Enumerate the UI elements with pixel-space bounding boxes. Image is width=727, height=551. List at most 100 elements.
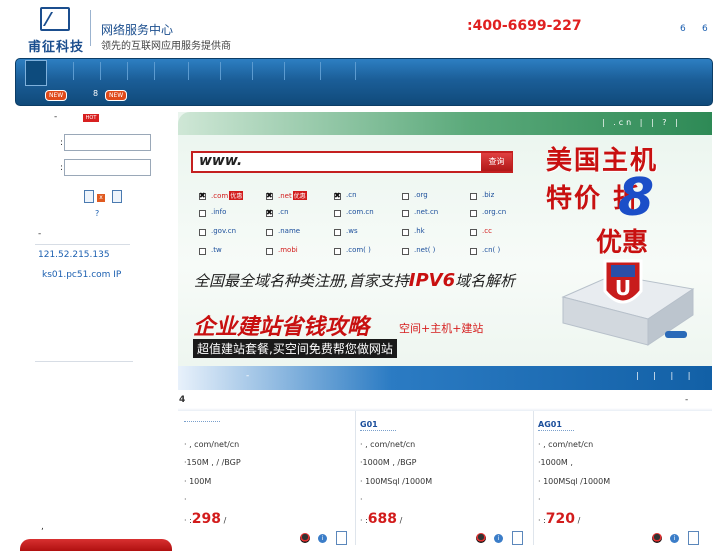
price-value: 298 — [191, 511, 222, 527]
new-badge[interactable]: NEW — [105, 90, 128, 101]
product-feature: · 100MSql /1000M — [538, 477, 611, 486]
domain-checkbox[interactable] — [402, 229, 409, 236]
nav-item[interactable] — [127, 62, 128, 80]
qq-chat-icon[interactable] — [300, 533, 310, 543]
svg-text:U: U — [615, 276, 631, 300]
dns-ip-link[interactable]: 121.52.215.135 — [38, 250, 110, 260]
domain-checkbox[interactable] — [470, 248, 477, 255]
product-name[interactable]: AG01 — [538, 420, 574, 431]
username-field[interactable] — [64, 134, 151, 151]
domain-checkbox[interactable] — [402, 210, 409, 217]
nav-item[interactable] — [252, 62, 253, 80]
logo-icon[interactable] — [40, 7, 70, 31]
product-feature: ·1000M , — [538, 458, 573, 467]
nav-item[interactable] — [73, 62, 74, 80]
nav-item[interactable] — [284, 62, 285, 80]
product-feature: · 100M — [184, 477, 212, 486]
products-title: 4 — [179, 395, 186, 405]
domain-checkbox[interactable] — [266, 191, 273, 200]
domain-checkbox[interactable] — [266, 208, 273, 217]
domain-prefix: www. — [199, 153, 243, 169]
product-feature: · , com/net/cn — [538, 440, 594, 449]
domain-checkbox[interactable] — [470, 210, 477, 217]
nav-item[interactable] — [355, 62, 356, 80]
products-divider — [178, 408, 712, 411]
domain-checkbox[interactable] — [402, 193, 409, 200]
domain-checkbox-label: .cn( ) — [482, 246, 501, 254]
top-link-2[interactable]: 6 — [702, 24, 708, 34]
dns-section-title: - — [38, 229, 42, 239]
domain-checkbox[interactable] — [199, 191, 206, 200]
new-badge[interactable]: NEW — [45, 90, 68, 101]
domain-checkbox-label: .net.cn — [414, 208, 439, 216]
nav-item[interactable] — [320, 62, 321, 80]
price-prefix: · : — [184, 516, 192, 525]
domain-checkbox-label: .com.cn — [346, 208, 374, 216]
product-name[interactable]: G01 — [360, 420, 396, 431]
product-feature: · — [184, 495, 187, 504]
divider — [35, 361, 133, 362]
header-divider — [90, 10, 91, 46]
domain-checkbox[interactable] — [334, 229, 341, 236]
site-build-title: 企业建站省钱攻略 — [193, 315, 370, 340]
domain-checkbox-label: .org — [414, 191, 428, 199]
price-value: 688 — [367, 511, 398, 527]
qq-chat-icon[interactable] — [652, 533, 662, 543]
dns-host-link[interactable]: ks01.pc51.com IP — [42, 270, 121, 280]
login-button[interactable] — [84, 190, 94, 203]
domain-checkbox[interactable] — [334, 210, 341, 217]
product-name[interactable] — [184, 420, 220, 422]
domain-checkbox-label: .info — [211, 208, 227, 216]
domain-checkbox[interactable] — [199, 210, 206, 217]
info-icon[interactable]: i — [318, 534, 327, 543]
nav-item[interactable] — [188, 62, 189, 80]
sidebar-promo-banner[interactable] — [20, 539, 172, 551]
forgot-password-link[interactable]: ? — [95, 209, 99, 218]
logo-text[interactable]: 甫征科技 — [28, 36, 84, 55]
domain-checkbox-label: .hk — [414, 227, 425, 235]
nav-item[interactable] — [154, 62, 155, 80]
nav-item[interactable] — [100, 62, 101, 80]
banner-bottom-bar — [178, 366, 712, 390]
top-link-1[interactable]: 6 — [680, 24, 686, 34]
hot-badge: HOT — [83, 114, 99, 122]
password-field[interactable] — [64, 159, 151, 176]
domain-checkbox[interactable] — [334, 191, 341, 200]
domain-checkbox[interactable] — [266, 248, 273, 255]
domain-checkbox[interactable] — [334, 248, 341, 255]
domain-checkbox[interactable] — [266, 229, 273, 236]
info-icon[interactable]: i — [494, 534, 503, 543]
info-icon[interactable]: i — [670, 534, 679, 543]
domain-checkbox-label: .org.cn — [482, 208, 507, 216]
banner-top-links[interactable]: | .cn | | ? | — [602, 118, 681, 127]
qq-chat-icon[interactable] — [476, 533, 486, 543]
domain-search-button[interactable]: 查询 — [481, 153, 512, 171]
username-label: : — [60, 138, 64, 148]
buy-button[interactable] — [512, 531, 523, 545]
products-more-link[interactable]: - — [685, 395, 688, 405]
product-price: · :720 / — [538, 511, 580, 527]
domain-checkbox[interactable] — [470, 193, 477, 200]
product-feature: · — [360, 495, 363, 504]
domain-checkbox[interactable] — [199, 229, 206, 236]
domain-checkbox[interactable] — [402, 248, 409, 255]
buy-button[interactable] — [688, 531, 699, 545]
close-icon[interactable]: x — [97, 194, 105, 202]
register-button[interactable] — [112, 190, 122, 203]
domain-checkbox[interactable] — [470, 229, 477, 236]
sub-nav-text[interactable]: 8 — [93, 89, 98, 98]
ipv6-slogan-pre: 全国最全域名种类注册,首家支持 — [194, 272, 409, 290]
banner-bottom-links[interactable]: | | | | — [636, 371, 696, 380]
promo-digit: 8 — [618, 168, 655, 228]
domain-checkbox-label: .net( ) — [414, 246, 436, 254]
domain-checkbox-label: .com 优惠 — [211, 191, 244, 200]
domain-checkbox[interactable] — [199, 248, 206, 255]
server-illustration: U — [561, 259, 695, 346]
product-feature: ·150M , / /BGP — [184, 458, 241, 467]
product-feature: · 100MSql /1000M — [360, 477, 433, 486]
nav-item[interactable] — [220, 62, 221, 80]
buy-button[interactable] — [336, 531, 347, 545]
login-title: - — [54, 112, 58, 122]
nav-item-home[interactable] — [25, 60, 47, 86]
banner-bottom-title: - — [246, 371, 250, 381]
